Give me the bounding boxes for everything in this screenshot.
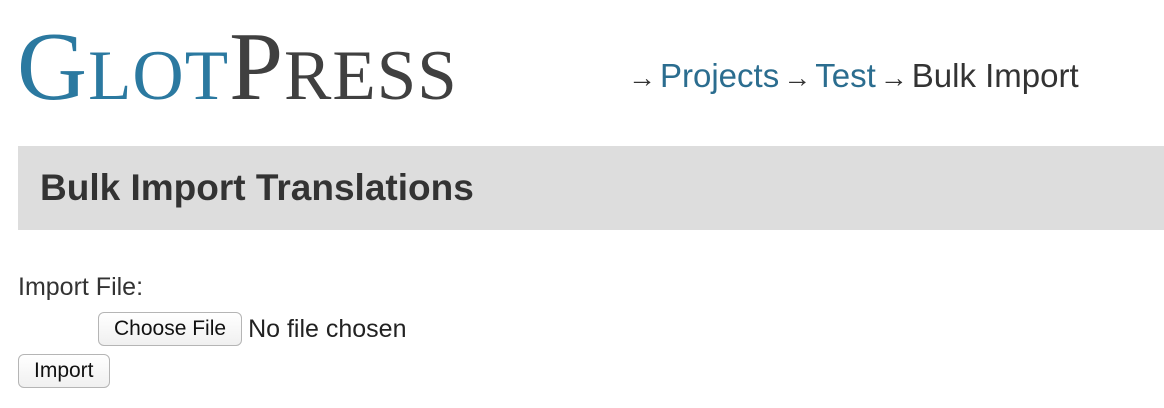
breadcrumb-arrow-icon: → [879,62,908,93]
logo-letters-lot: LOT [88,37,230,115]
logo-letter-p: P [229,13,285,120]
import-form: Import File: Choose File No file chosen I… [18,272,407,388]
import-file-label: Import File: [18,273,144,301]
file-input[interactable]: Choose File No file chosen [98,312,407,346]
logo-letters-ress: RESS [284,37,458,115]
page-title: Bulk Import Translations [40,167,474,208]
breadcrumb: → Projects → Test → Bulk Import [624,56,1079,98]
breadcrumb-link-test[interactable]: Test [815,57,876,94]
breadcrumb-link-projects[interactable]: Projects [660,57,779,94]
file-status-text: No file chosen [248,314,407,343]
logo-letter-g: G [17,13,89,120]
page-title-bar: Bulk Import Translations [18,146,1164,230]
breadcrumb-arrow-icon: → [783,62,812,93]
choose-file-button[interactable]: Choose File [98,312,243,346]
glotpress-logo[interactable]: GLOTPRESS [17,18,458,115]
breadcrumb-arrow-icon: → [628,62,656,93]
import-button[interactable]: Import [18,354,110,388]
breadcrumb-current: Bulk Import [911,57,1079,94]
site-header: GLOTPRESS → Projects → Test → Bulk Import [17,18,1147,115]
